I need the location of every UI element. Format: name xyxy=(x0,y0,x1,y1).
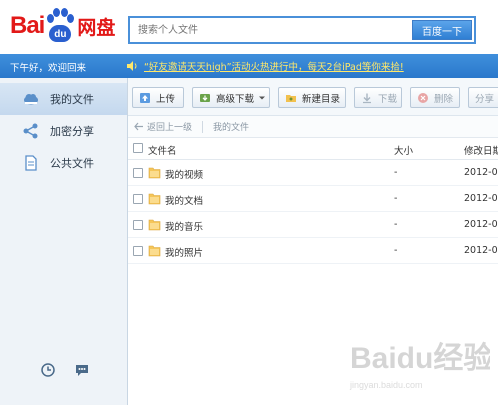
cloud-icon xyxy=(24,94,38,105)
share-button[interactable]: 分享 xyxy=(468,87,498,108)
row-checkbox[interactable] xyxy=(133,220,143,230)
advanced-download-button[interactable]: 高级下载 xyxy=(192,87,270,108)
sidebar: 我的文件 加密分享 公共文件 xyxy=(0,78,128,405)
download-manager-icon xyxy=(200,93,210,102)
logo-du-text: du xyxy=(49,25,72,42)
paw-logo-icon: du xyxy=(45,8,75,44)
column-header-date[interactable]: 修改日期 xyxy=(464,143,498,157)
upload-label: 上传 xyxy=(156,93,176,105)
notice-bar: 下午好，欢迎回来 “好友邀请天天high”活动火热进行中，每天2台iPad等你来… xyxy=(0,54,498,78)
upload-icon xyxy=(140,92,150,103)
sidebar-item-label: 我的文件 xyxy=(50,93,94,106)
greeting-text: 下午好，欢迎回来 xyxy=(10,63,87,74)
breadcrumb-divider xyxy=(202,120,204,133)
new-folder-icon xyxy=(286,94,296,102)
sidebar-item-label: 加密分享 xyxy=(50,125,94,138)
file-size: - xyxy=(394,193,398,204)
baidu-wangpan-logo[interactable]: Bai du 网盘 xyxy=(10,6,115,46)
sidebar-item-encrypted-share[interactable]: 加密分享 xyxy=(0,115,127,147)
table-header: 文件名 大小 修改日期 xyxy=(128,138,498,160)
toolbar: 上传 高级下载 新建目录 下载 删除 分享 xyxy=(128,78,498,116)
file-date: 2012-05 xyxy=(464,193,498,204)
delete-label: 删除 xyxy=(434,93,454,105)
sidebar-item-public-files[interactable]: 公共文件 xyxy=(0,147,127,179)
column-header-name[interactable]: 文件名 xyxy=(148,143,177,157)
file-name[interactable]: 我的文档 xyxy=(165,193,203,207)
file-size: - xyxy=(394,245,398,256)
delete-icon xyxy=(418,92,428,103)
table-row[interactable]: 我的视频 - 2012-05 xyxy=(128,160,498,186)
promo-notice[interactable]: “好友邀请天天high”活动火热进行中，每天2台iPad等你来拾! xyxy=(126,59,404,73)
sidebar-item-label: 公共文件 xyxy=(50,157,94,170)
file-date: 2012-05 xyxy=(464,167,498,178)
file-size: - xyxy=(394,167,398,178)
folder-icon xyxy=(148,245,161,257)
file-size: - xyxy=(394,219,398,230)
back-link-label: 返回上一级 xyxy=(147,123,193,133)
file-date: 2012-05 xyxy=(464,245,498,256)
folder-icon xyxy=(148,219,161,231)
chevron-down-icon xyxy=(259,96,266,99)
new-folder-label: 新建目录 xyxy=(302,93,341,105)
search-box: 百度一下 xyxy=(128,16,476,44)
breadcrumb-current: 我的文件 xyxy=(213,123,250,133)
upload-button[interactable]: 上传 xyxy=(132,87,184,108)
main-content: 上传 高级下载 新建目录 下载 删除 分享 返回上一级 我的文件 文件名 大小 … xyxy=(128,78,498,405)
search-input[interactable] xyxy=(130,18,410,42)
advanced-download-label: 高级下载 xyxy=(216,93,255,105)
file-date: 2012-05 xyxy=(464,219,498,230)
file-name[interactable]: 我的音乐 xyxy=(165,219,203,233)
share-icon xyxy=(23,123,38,139)
column-header-size[interactable]: 大小 xyxy=(394,143,413,157)
promo-link[interactable]: “好友邀请天天high”活动火热进行中，每天2台iPad等你来拾! xyxy=(144,59,404,73)
back-arrow-icon xyxy=(134,122,143,131)
back-link[interactable]: 返回上一级 xyxy=(134,120,192,133)
search-button[interactable]: 百度一下 xyxy=(412,20,472,40)
row-checkbox[interactable] xyxy=(133,194,143,204)
download-icon xyxy=(363,93,371,103)
breadcrumb: 返回上一级 我的文件 xyxy=(128,116,498,138)
sidebar-footer xyxy=(0,362,127,382)
logo-wangpan-text: 网盘 xyxy=(77,16,116,39)
file-name[interactable]: 我的视频 xyxy=(165,167,203,181)
folder-icon xyxy=(148,193,161,205)
download-button[interactable]: 下载 xyxy=(354,87,402,108)
speaker-icon xyxy=(127,61,137,71)
file-name[interactable]: 我的照片 xyxy=(165,245,203,259)
clock-icon[interactable] xyxy=(40,362,56,378)
table-row[interactable]: 我的音乐 - 2012-05 xyxy=(128,212,498,238)
select-all-checkbox[interactable] xyxy=(133,143,143,153)
chat-icon[interactable] xyxy=(74,362,90,378)
new-folder-button[interactable]: 新建目录 xyxy=(278,87,346,108)
table-row[interactable]: 我的照片 - 2012-05 xyxy=(128,238,498,264)
delete-button[interactable]: 删除 xyxy=(410,87,460,108)
top-header: Bai du 网盘 百度一下 xyxy=(0,0,498,54)
share-label: 分享 xyxy=(475,93,495,105)
row-checkbox[interactable] xyxy=(133,168,143,178)
document-icon xyxy=(25,155,37,171)
sidebar-item-my-files[interactable]: 我的文件 xyxy=(0,83,127,115)
table-row[interactable]: 我的文档 - 2012-05 xyxy=(128,186,498,212)
folder-icon xyxy=(148,167,161,179)
row-checkbox[interactable] xyxy=(133,246,143,256)
logo-bai-text: Bai xyxy=(10,12,45,39)
download-label: 下载 xyxy=(378,93,398,105)
